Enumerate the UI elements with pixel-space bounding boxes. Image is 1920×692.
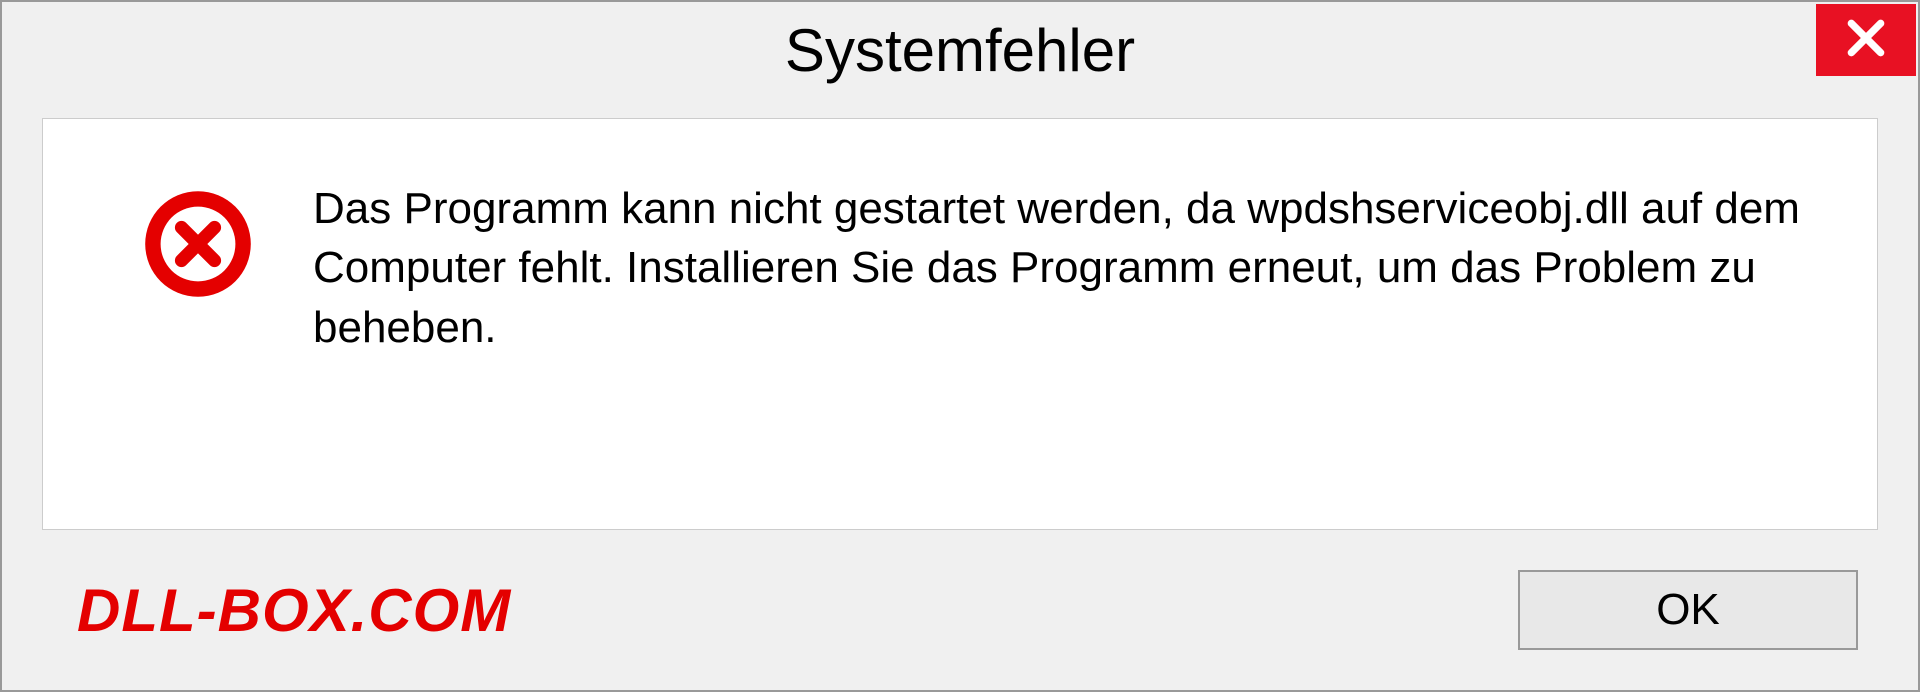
close-button[interactable] [1816,4,1916,76]
dialog-message: Das Programm kann nicht gestartet werden… [313,179,1807,357]
dialog-footer: DLL-BOX.COM OK [2,530,1918,690]
dialog-title: Systemfehler [2,16,1918,85]
dialog-content: Das Programm kann nicht gestartet werden… [42,118,1878,530]
error-dialog: Systemfehler Das Programm kann nicht ges… [0,0,1920,692]
error-icon [143,179,253,299]
close-icon [1844,16,1888,65]
dialog-titlebar: Systemfehler [2,2,1918,98]
ok-button[interactable]: OK [1518,570,1858,650]
watermark-text: DLL-BOX.COM [77,576,511,645]
